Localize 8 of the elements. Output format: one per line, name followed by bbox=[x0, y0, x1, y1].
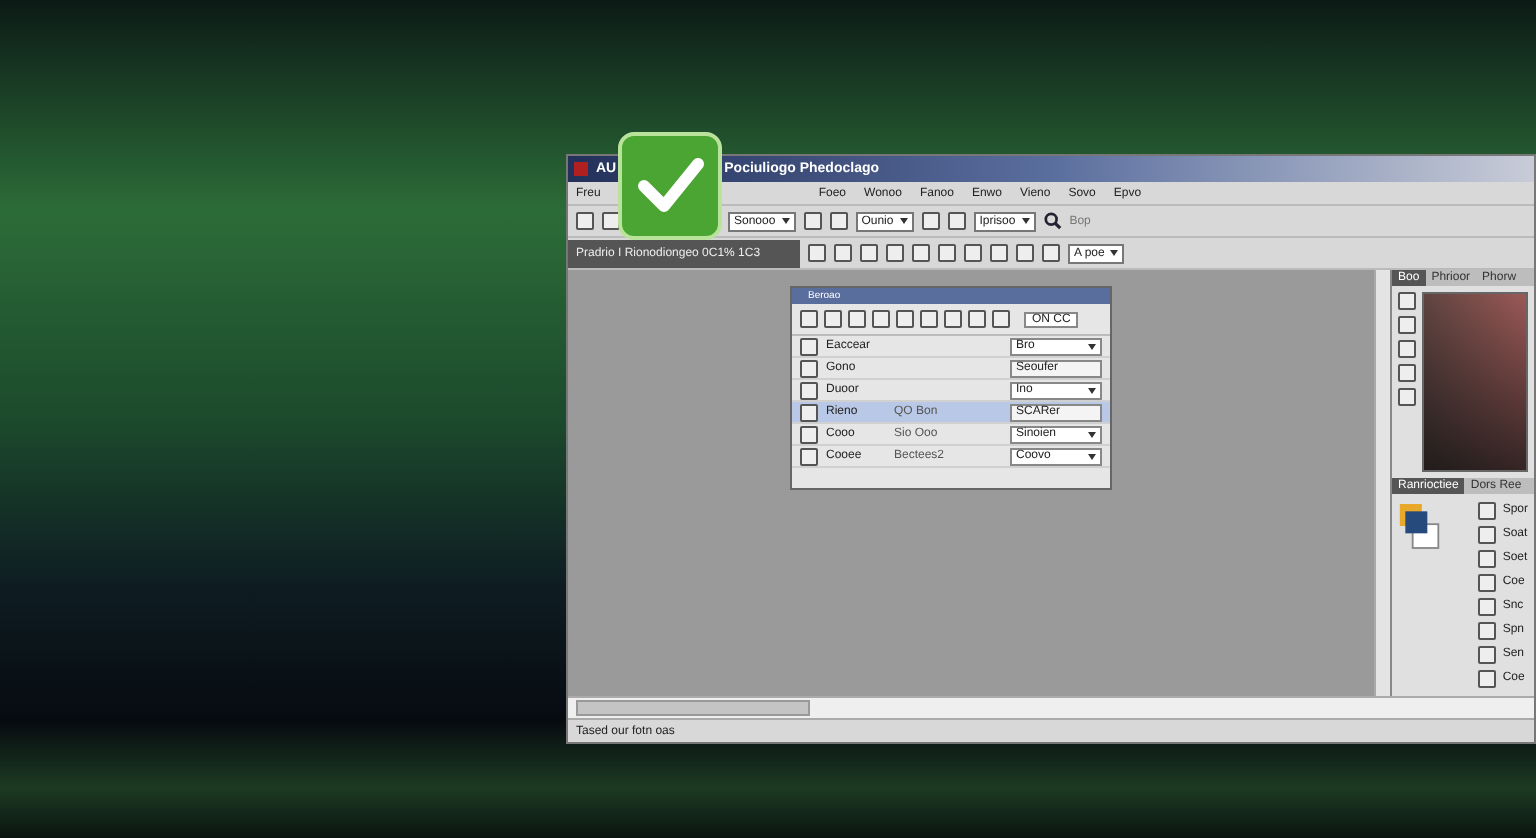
vertical-scrollbar[interactable] bbox=[1374, 270, 1390, 696]
search-icon[interactable] bbox=[1043, 212, 1062, 230]
scroll-thumb[interactable] bbox=[576, 700, 810, 716]
color-swatches-icon[interactable] bbox=[1398, 501, 1442, 550]
horizontal-scrollbar[interactable] bbox=[568, 696, 1534, 718]
checkmark-icon bbox=[618, 132, 722, 240]
color-gradient[interactable] bbox=[1422, 292, 1528, 472]
app-icon bbox=[574, 162, 588, 176]
